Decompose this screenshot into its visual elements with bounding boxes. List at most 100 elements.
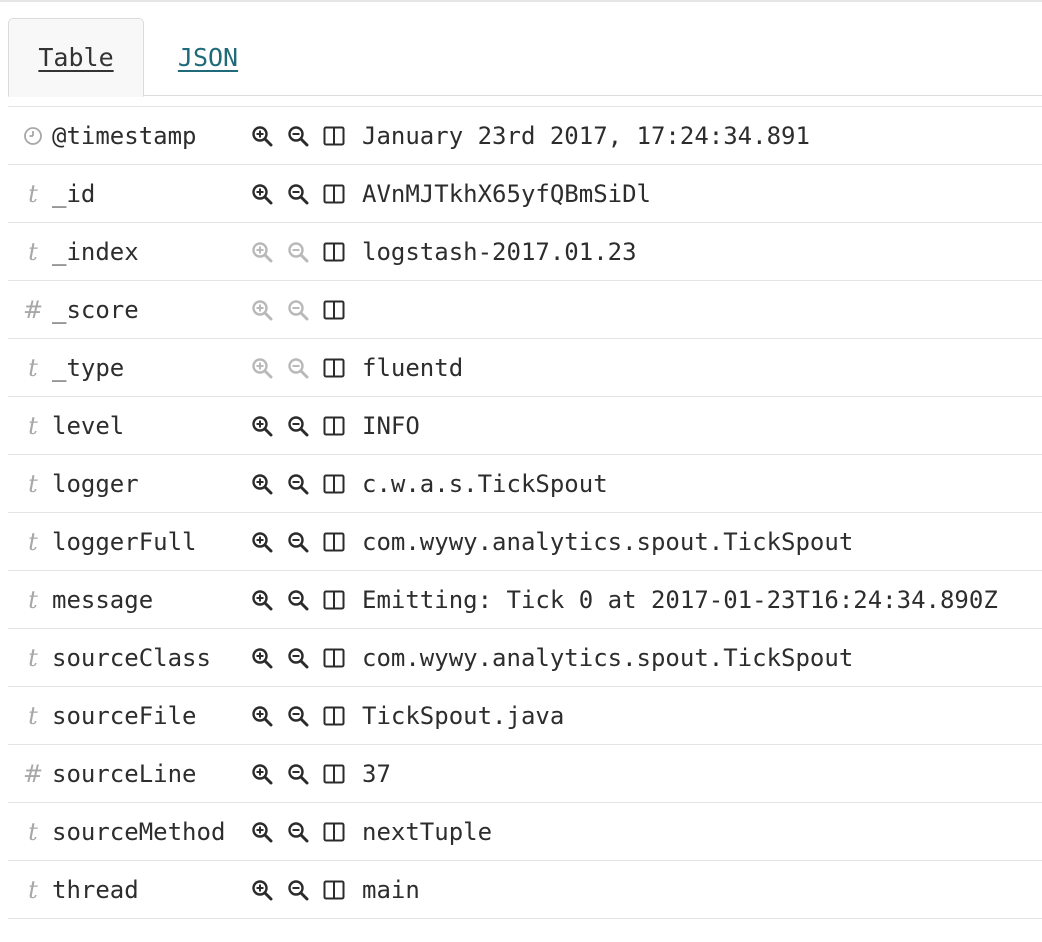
zoom-out-icon[interactable] xyxy=(280,629,316,687)
field-name: @timestamp xyxy=(52,122,197,150)
number-type-icon: # xyxy=(22,760,44,788)
field-name: loggerFull xyxy=(52,528,197,556)
zoom-in-icon[interactable] xyxy=(244,803,280,861)
zoom-out-icon[interactable] xyxy=(280,397,316,455)
zoom-in-icon xyxy=(244,223,280,281)
field-name: level xyxy=(52,412,125,440)
string-type-icon: t xyxy=(28,238,38,266)
table-row: t thread main xyxy=(8,861,1042,919)
zoom-out-icon[interactable] xyxy=(280,571,316,629)
row-actions xyxy=(244,165,352,223)
field-value: INFO xyxy=(362,412,420,440)
table-row: t sourceFile TickSpout.java xyxy=(8,687,1042,745)
columns-icon[interactable] xyxy=(316,107,352,165)
table-row: t logger c.w.a.s.TickSpout xyxy=(8,455,1042,513)
field-name: _type xyxy=(52,354,125,382)
row-actions xyxy=(244,803,352,861)
row-actions xyxy=(244,339,352,397)
zoom-out-icon xyxy=(280,223,316,281)
columns-icon[interactable] xyxy=(316,745,352,803)
zoom-out-icon[interactable] xyxy=(280,165,316,223)
zoom-out-icon[interactable] xyxy=(280,455,316,513)
view-tabs: Table JSON xyxy=(8,18,1042,97)
row-actions xyxy=(244,281,352,339)
columns-icon[interactable] xyxy=(316,803,352,861)
row-actions xyxy=(244,629,352,687)
row-actions xyxy=(244,571,352,629)
table-row: t _type fluentd xyxy=(8,339,1042,397)
string-type-icon: t xyxy=(28,528,38,556)
columns-icon[interactable] xyxy=(316,571,352,629)
field-name: logger xyxy=(52,470,139,498)
field-name: sourceLine xyxy=(52,760,197,788)
row-actions xyxy=(244,687,352,745)
zoom-out-icon[interactable] xyxy=(280,687,316,745)
table-row: t sourceClass com.wywy.analytics.spout.Tic… xyxy=(8,629,1042,687)
columns-icon[interactable] xyxy=(316,397,352,455)
field-name: message xyxy=(52,586,154,614)
field-value: com.wywy.analytics.spout.TickSpout xyxy=(362,528,854,556)
columns-icon[interactable] xyxy=(316,629,352,687)
row-actions xyxy=(244,745,352,803)
zoom-in-icon[interactable] xyxy=(244,861,280,919)
zoom-out-icon xyxy=(280,339,316,397)
columns-icon[interactable] xyxy=(316,455,352,513)
field-name: sourceFile xyxy=(52,702,197,730)
zoom-in-icon[interactable] xyxy=(244,687,280,745)
zoom-in-icon[interactable] xyxy=(244,513,280,571)
table-row: t message Emitting: Tick 0 at 2017-01-23T1… xyxy=(8,571,1042,629)
document-table: @timestamp January 23rd 2017, 17:24:34.89… xyxy=(8,106,1042,919)
zoom-in-icon[interactable] xyxy=(244,745,280,803)
field-value: fluentd xyxy=(362,354,464,382)
zoom-in-icon[interactable] xyxy=(244,397,280,455)
field-name: _score xyxy=(52,296,139,324)
string-type-icon: t xyxy=(28,354,38,382)
zoom-in-icon[interactable] xyxy=(244,455,280,513)
row-actions xyxy=(244,513,352,571)
field-name: sourceMethod xyxy=(52,818,226,846)
zoom-out-icon[interactable] xyxy=(280,745,316,803)
string-type-icon: t xyxy=(28,818,38,846)
field-value: TickSpout.java xyxy=(362,702,565,730)
field-value: c.w.a.s.TickSpout xyxy=(362,470,608,498)
string-type-icon: t xyxy=(28,180,38,208)
field-name: _id xyxy=(52,180,96,208)
field-name: thread xyxy=(52,876,139,904)
tab-table[interactable]: Table xyxy=(8,18,144,97)
zoom-in-icon[interactable] xyxy=(244,165,280,223)
row-actions xyxy=(244,223,352,281)
table-row: # _score xyxy=(8,281,1042,339)
string-type-icon: t xyxy=(28,586,38,614)
row-actions xyxy=(244,455,352,513)
table-row: t loggerFull com.wywy.analytics.spout.Tick… xyxy=(8,513,1042,571)
zoom-in-icon[interactable] xyxy=(244,107,280,165)
field-name: sourceClass xyxy=(52,644,211,672)
field-name: _index xyxy=(52,238,139,266)
field-value: 37 xyxy=(362,760,391,788)
tab-json[interactable]: JSON xyxy=(144,18,272,96)
columns-icon[interactable] xyxy=(316,513,352,571)
zoom-out-icon xyxy=(280,281,316,339)
zoom-out-icon[interactable] xyxy=(280,861,316,919)
zoom-in-icon[interactable] xyxy=(244,571,280,629)
field-value: nextTuple xyxy=(362,818,493,846)
table-row: @timestamp January 23rd 2017, 17:24:34.89… xyxy=(8,107,1042,165)
field-value: January 23rd 2017, 17:24:34.891 xyxy=(362,122,810,150)
zoom-in-icon[interactable] xyxy=(244,629,280,687)
table-row: t _id AVnMJTkhX65yfQBmSiDl xyxy=(8,165,1042,223)
row-actions xyxy=(244,107,352,165)
string-type-icon: t xyxy=(28,470,38,498)
columns-icon[interactable] xyxy=(316,339,352,397)
zoom-in-icon xyxy=(244,339,280,397)
table-row: t _index logstash-2017.01.23 xyxy=(8,223,1042,281)
zoom-out-icon[interactable] xyxy=(280,107,316,165)
columns-icon[interactable] xyxy=(316,165,352,223)
columns-icon[interactable] xyxy=(316,281,352,339)
columns-icon[interactable] xyxy=(316,861,352,919)
field-value: AVnMJTkhX65yfQBmSiDl xyxy=(362,180,651,208)
columns-icon[interactable] xyxy=(316,223,352,281)
zoom-out-icon[interactable] xyxy=(280,803,316,861)
zoom-out-icon[interactable] xyxy=(280,513,316,571)
columns-icon[interactable] xyxy=(316,687,352,745)
table-row: t sourceMethod nextTuple xyxy=(8,803,1042,861)
